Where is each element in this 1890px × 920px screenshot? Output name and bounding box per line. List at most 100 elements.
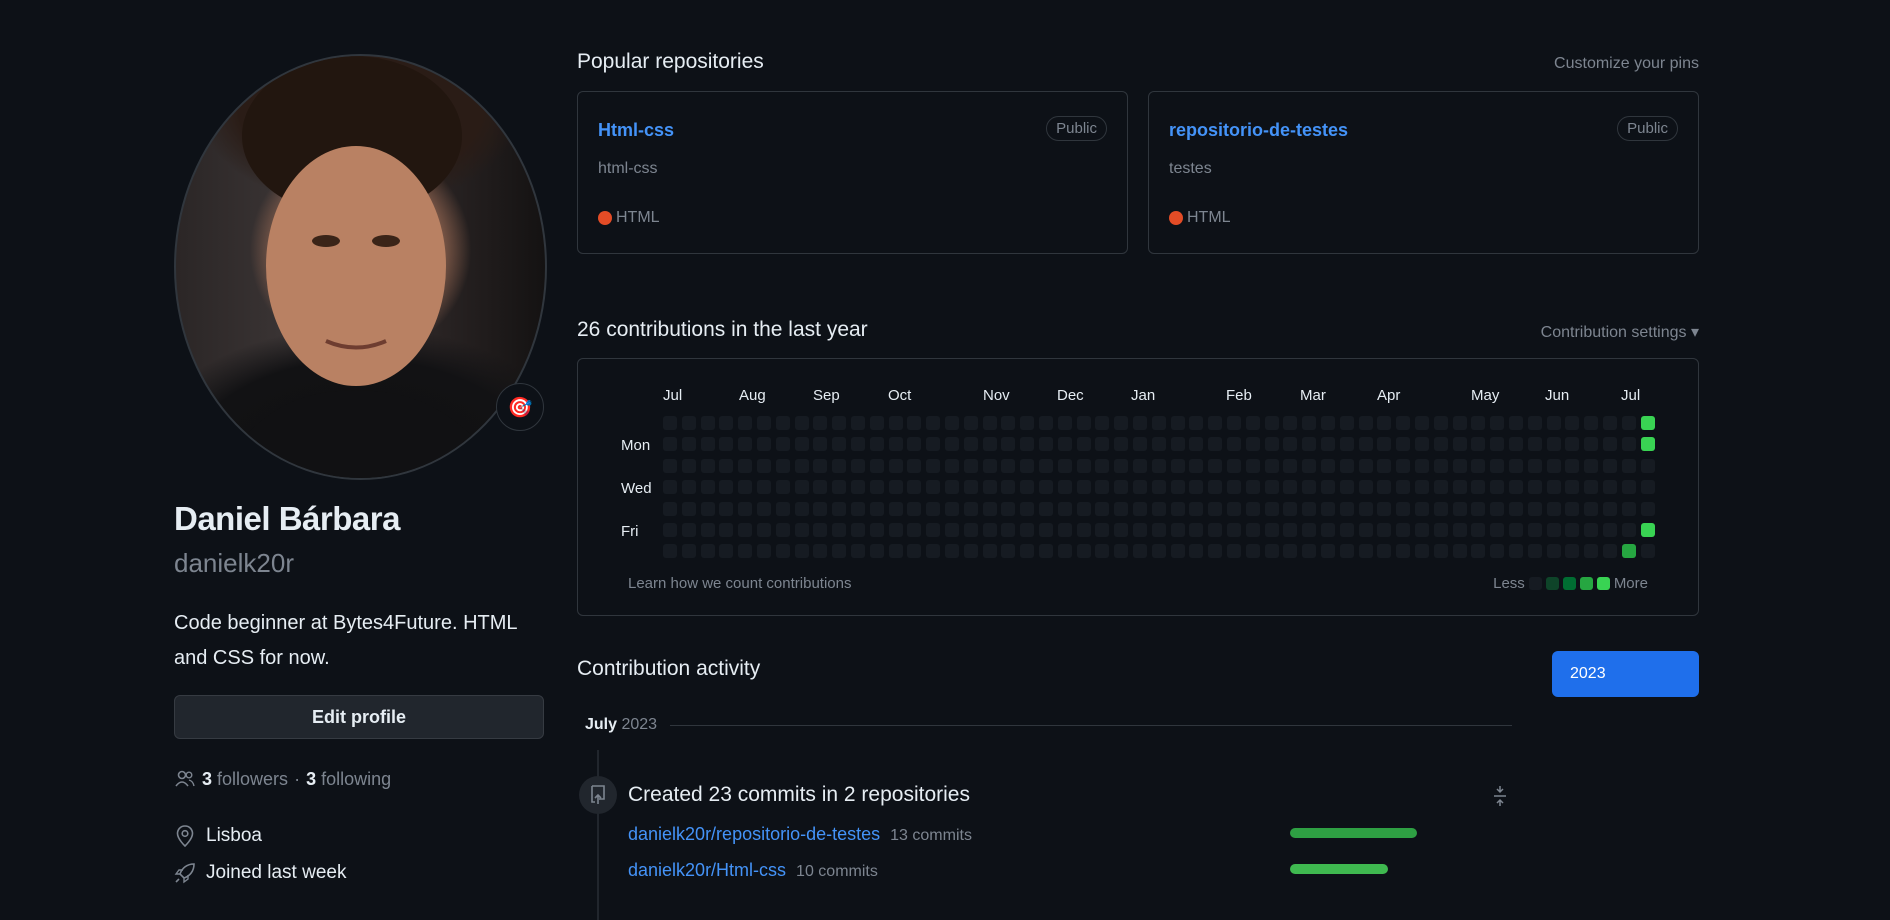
contribution-day-cell[interactable]: [1001, 459, 1015, 473]
contribution-day-cell[interactable]: [701, 459, 715, 473]
contribution-day-cell[interactable]: [1077, 502, 1091, 516]
learn-contributions-link[interactable]: Learn how we count contributions: [628, 575, 851, 592]
contribution-day-cell[interactable]: [907, 480, 921, 494]
commit-repo-link[interactable]: danielk20r/Html-css: [628, 860, 786, 881]
contribution-day-cell[interactable]: [1283, 437, 1297, 451]
contribution-day-cell[interactable]: [1208, 459, 1222, 473]
contribution-day-cell[interactable]: [1359, 523, 1373, 537]
contribution-day-cell[interactable]: [1603, 437, 1617, 451]
contribution-day-cell[interactable]: [1133, 502, 1147, 516]
contribution-day-cell[interactable]: [1547, 480, 1561, 494]
contribution-day-cell[interactable]: [738, 416, 752, 430]
contribution-day-cell[interactable]: [1396, 459, 1410, 473]
contribution-day-cell[interactable]: [1509, 416, 1523, 430]
edit-profile-button[interactable]: Edit profile: [174, 695, 544, 739]
contribution-day-cell[interactable]: [719, 523, 733, 537]
contribution-day-cell[interactable]: [983, 544, 997, 558]
year-2023-button[interactable]: 2023: [1552, 651, 1699, 697]
contribution-day-cell[interactable]: [907, 459, 921, 473]
contribution-day-cell[interactable]: [1396, 480, 1410, 494]
contribution-day-cell[interactable]: [1340, 523, 1354, 537]
contribution-day-cell[interactable]: [926, 416, 940, 430]
contribution-day-cell[interactable]: [757, 544, 771, 558]
contribution-day-cell[interactable]: [1227, 416, 1241, 430]
contribution-day-cell[interactable]: [964, 416, 978, 430]
contribution-day-cell[interactable]: [945, 416, 959, 430]
contribution-day-cell[interactable]: [776, 502, 790, 516]
contribution-day-cell[interactable]: [757, 480, 771, 494]
contribution-day-cell[interactable]: [1058, 502, 1072, 516]
contribution-day-cell[interactable]: [795, 502, 809, 516]
contribution-day-cell[interactable]: [832, 523, 846, 537]
contribution-day-cell[interactable]: [1321, 416, 1335, 430]
contribution-day-cell[interactable]: [1528, 480, 1542, 494]
contribution-day-cell[interactable]: [1490, 544, 1504, 558]
contribution-day-cell[interactable]: [1377, 523, 1391, 537]
contribution-day-cell[interactable]: [719, 416, 733, 430]
contribution-day-cell[interactable]: [832, 437, 846, 451]
contribution-day-cell[interactable]: [1490, 523, 1504, 537]
contribution-day-cell[interactable]: [1528, 502, 1542, 516]
contribution-day-cell[interactable]: [1171, 523, 1185, 537]
contribution-day-cell[interactable]: [1039, 437, 1053, 451]
contribution-day-cell[interactable]: [663, 523, 677, 537]
contribution-day-cell[interactable]: [1340, 480, 1354, 494]
contribution-day-cell[interactable]: [1547, 502, 1561, 516]
contribution-day-cell[interactable]: [776, 544, 790, 558]
contribution-day-cell[interactable]: [1171, 502, 1185, 516]
contribution-day-cell[interactable]: [1001, 437, 1015, 451]
contribution-day-cell[interactable]: [1641, 480, 1655, 494]
contribution-day-cell[interactable]: [701, 544, 715, 558]
contribution-day-cell[interactable]: [1415, 502, 1429, 516]
contribution-day-cell[interactable]: [1152, 502, 1166, 516]
followers-link[interactable]: 3 followers: [202, 769, 288, 790]
contribution-day-cell[interactable]: [1208, 523, 1222, 537]
contribution-day-cell[interactable]: [964, 480, 978, 494]
contribution-day-cell[interactable]: [738, 459, 752, 473]
contribution-day-cell[interactable]: [945, 523, 959, 537]
contribution-day-cell[interactable]: [1302, 502, 1316, 516]
contribution-day-cell[interactable]: [1377, 480, 1391, 494]
contribution-day-cell[interactable]: [964, 544, 978, 558]
contribution-day-cell[interactable]: [795, 459, 809, 473]
contribution-day-cell[interactable]: [1321, 523, 1335, 537]
contribution-day-cell[interactable]: [1471, 480, 1485, 494]
contribution-day-cell[interactable]: [1001, 416, 1015, 430]
contribution-day-cell[interactable]: [1302, 416, 1316, 430]
contribution-day-cell[interactable]: [1603, 544, 1617, 558]
contribution-day-cell[interactable]: [663, 502, 677, 516]
contribution-day-cell[interactable]: [1246, 480, 1260, 494]
contribution-day-cell[interactable]: [1547, 459, 1561, 473]
contribution-day-cell[interactable]: [1453, 459, 1467, 473]
contribution-day-cell[interactable]: [1509, 502, 1523, 516]
contribution-day-cell[interactable]: [1434, 523, 1448, 537]
contribution-day-cell[interactable]: [832, 480, 846, 494]
contribution-day-cell[interactable]: [983, 480, 997, 494]
contribution-day-cell[interactable]: [1227, 523, 1241, 537]
contribution-day-cell[interactable]: [1020, 523, 1034, 537]
avatar[interactable]: [174, 54, 547, 480]
contribution-day-cell[interactable]: [870, 502, 884, 516]
contribution-day-cell[interactable]: [1509, 544, 1523, 558]
contribution-day-cell[interactable]: [1622, 523, 1636, 537]
contribution-day-cell[interactable]: [1471, 502, 1485, 516]
contribution-day-cell[interactable]: [663, 437, 677, 451]
contribution-day-cell[interactable]: [1490, 480, 1504, 494]
contribution-day-cell[interactable]: [1189, 523, 1203, 537]
contribution-day-cell[interactable]: [1001, 502, 1015, 516]
customize-pins-link[interactable]: Customize your pins: [1554, 55, 1699, 73]
contribution-day-cell[interactable]: [1509, 480, 1523, 494]
contribution-day-cell[interactable]: [1095, 544, 1109, 558]
contribution-day-cell[interactable]: [1490, 459, 1504, 473]
contribution-day-cell[interactable]: [1039, 459, 1053, 473]
contribution-day-cell[interactable]: [1584, 416, 1598, 430]
contribution-day-cell[interactable]: [1471, 544, 1485, 558]
contribution-day-cell[interactable]: [1509, 437, 1523, 451]
contribution-day-cell[interactable]: [1171, 459, 1185, 473]
contribution-day-cell[interactable]: [776, 437, 790, 451]
contribution-day-cell[interactable]: [945, 480, 959, 494]
collapse-icon[interactable]: [1492, 785, 1508, 812]
contribution-day-cell[interactable]: [1133, 437, 1147, 451]
contribution-day-cell[interactable]: [907, 502, 921, 516]
contribution-day-cell[interactable]: [832, 459, 846, 473]
